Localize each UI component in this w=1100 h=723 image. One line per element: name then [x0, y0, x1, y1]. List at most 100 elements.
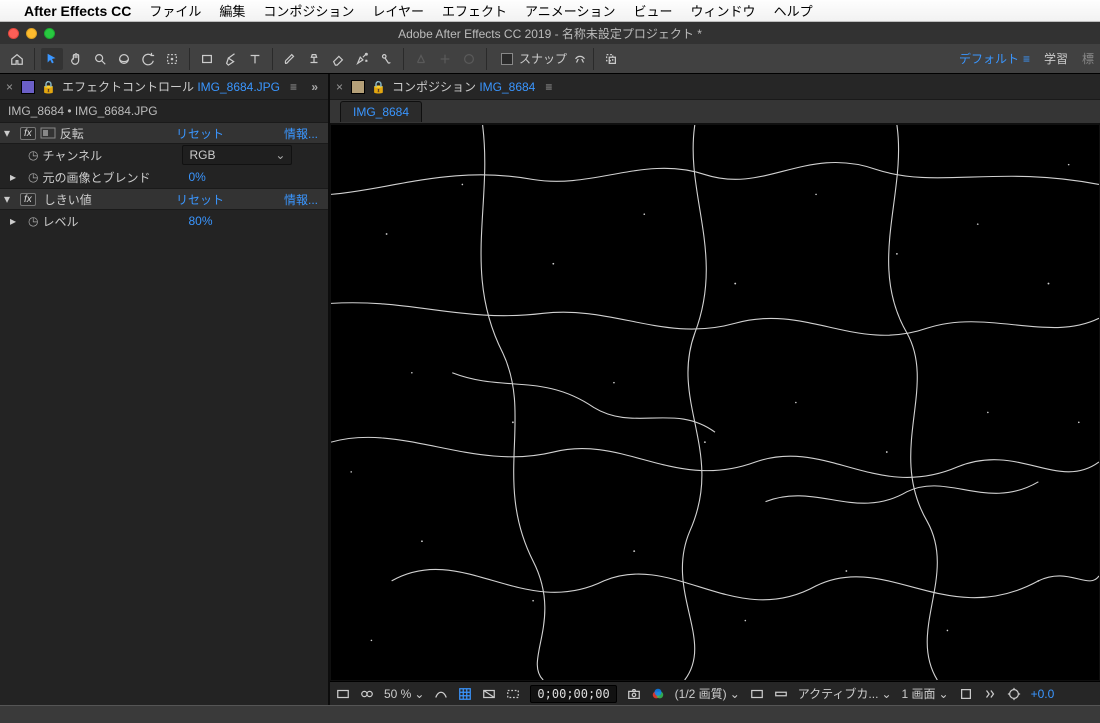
panel-close-icon[interactable]: × — [334, 80, 345, 94]
panel-expand-icon[interactable]: » — [311, 80, 324, 94]
panel-menu-icon[interactable]: ≡ — [545, 80, 552, 94]
snap-checkbox[interactable] — [501, 53, 513, 65]
puppet-pin-tool[interactable] — [375, 48, 397, 70]
twirl-right-icon[interactable]: ▸ — [10, 214, 22, 228]
pixel-aspect-icon[interactable] — [959, 687, 973, 701]
stopwatch-icon[interactable]: ◷ — [28, 214, 38, 228]
twirl-down-icon[interactable]: ▾ — [4, 192, 16, 206]
panel-menu-icon[interactable]: ≡ — [290, 80, 297, 94]
clone-stamp-tool[interactable] — [303, 48, 325, 70]
fx-info-link[interactable]: 情報... — [284, 125, 318, 142]
menu-view[interactable]: ビュー — [634, 1, 673, 20]
fx-badge-icon[interactable]: fx — [20, 193, 36, 206]
stopwatch-icon[interactable]: ◷ — [28, 148, 38, 162]
zoom-tool[interactable] — [89, 48, 111, 70]
panel-close-icon[interactable]: × — [4, 80, 15, 94]
workspace-default[interactable]: デフォルト≡ — [959, 50, 1030, 67]
prop-channel-label: チャンネル — [42, 147, 182, 164]
fast-preview-icon[interactable] — [750, 687, 764, 701]
brush-tool[interactable] — [279, 48, 301, 70]
fx-invert-blend-row: ▸ ◷ 元の画像とブレンド 0% — [0, 166, 328, 188]
zoom-dropdown[interactable]: 50 %⌄ — [384, 687, 424, 701]
comp-color-icon — [351, 80, 365, 94]
lock-icon[interactable]: 🔒 — [371, 80, 386, 94]
camera-dropdown[interactable]: アクティブカ...⌄ — [798, 685, 892, 702]
effect-preset-icon[interactable] — [40, 127, 56, 139]
eraser-tool[interactable] — [327, 48, 349, 70]
app-name[interactable]: After Effects CC — [24, 3, 131, 19]
type-tool[interactable] — [244, 48, 266, 70]
twirl-right-icon[interactable]: ▸ — [10, 170, 22, 184]
pen-tool[interactable] — [220, 48, 242, 70]
prop-level-value[interactable]: 80% — [188, 214, 212, 228]
fx-invert-channel-row: ◷ チャンネル RGB ⌄ — [0, 144, 328, 166]
region-of-interest-icon[interactable] — [506, 687, 520, 701]
fx-info-link[interactable]: 情報... — [284, 191, 318, 208]
snap-toggle[interactable]: スナップ — [501, 50, 587, 67]
channel-dropdown-value: RGB — [189, 148, 215, 162]
fx-threshold-header[interactable]: ▾ fx しきい値 リセット 情報... — [0, 188, 328, 210]
prop-blend-label: 元の画像とブレンド — [42, 169, 182, 186]
menu-help[interactable]: ヘルプ — [774, 1, 813, 20]
effect-panel-tab[interactable]: エフェクトコントロール IMG_8684.JPG — [62, 78, 280, 95]
stopwatch-icon[interactable]: ◷ — [28, 170, 38, 184]
toggle-mask-icon[interactable] — [360, 687, 374, 701]
hand-tool[interactable] — [65, 48, 87, 70]
roto-brush-tool[interactable] — [351, 48, 373, 70]
menu-file[interactable]: ファイル — [149, 1, 201, 20]
rectangle-tool[interactable] — [196, 48, 218, 70]
exposure-reset-icon[interactable] — [1007, 687, 1021, 701]
composition-viewport[interactable] — [330, 124, 1100, 681]
local-axis-icon[interactable] — [410, 48, 432, 70]
workspace-extra[interactable]: 標 — [1082, 50, 1094, 67]
channel-dropdown[interactable]: RGB ⌄ — [182, 145, 292, 165]
comp-panel-tab[interactable]: コンポジション IMG_8684 — [392, 78, 535, 95]
fx-invert-header[interactable]: ▾ fx 反転 リセット 情報... — [0, 122, 328, 144]
fill-stroke-icon[interactable] — [600, 48, 622, 70]
fx-reset-link[interactable]: リセット — [176, 125, 224, 142]
minimize-window-button[interactable] — [26, 28, 37, 39]
menu-animation[interactable]: アニメーション — [525, 1, 615, 20]
toggle-transparency-icon[interactable] — [482, 687, 496, 701]
fx-badge-icon[interactable]: fx — [20, 127, 36, 140]
selection-tool[interactable] — [41, 48, 63, 70]
maximize-window-button[interactable] — [44, 28, 55, 39]
rotation-tool[interactable] — [137, 48, 159, 70]
close-window-button[interactable] — [8, 28, 19, 39]
pan-behind-tool[interactable] — [161, 48, 183, 70]
dropdown-caret-icon: ⌄ — [275, 148, 285, 162]
world-axis-icon[interactable] — [434, 48, 456, 70]
menu-edit[interactable]: 編集 — [219, 1, 245, 20]
window-titlebar: Adobe After Effects CC 2019 - 名称未設定プロジェク… — [0, 22, 1100, 44]
quality-dropdown[interactable]: (1/2 画質)⌄ — [675, 685, 740, 702]
menu-composition[interactable]: コンポジション — [263, 1, 354, 20]
macos-menu-bar: After Effects CC ファイル 編集 コンポジション レイヤー エフ… — [0, 0, 1100, 22]
prop-blend-value[interactable]: 0% — [188, 170, 205, 184]
effect-panel-tabs: × 🔒 エフェクトコントロール IMG_8684.JPG ≡ » — [0, 74, 328, 100]
orbit-tool[interactable] — [113, 48, 135, 70]
menu-window[interactable]: ウィンドウ — [691, 1, 756, 20]
view-layout-dropdown[interactable]: 1 画面⌄ — [902, 685, 949, 702]
show-channel-icon[interactable] — [651, 687, 665, 701]
always-preview-icon[interactable] — [336, 687, 350, 701]
resolution-toggle-icon[interactable] — [434, 687, 448, 701]
viewport-image — [331, 125, 1099, 680]
view-axis-icon[interactable] — [458, 48, 480, 70]
menu-effect[interactable]: エフェクト — [442, 1, 507, 20]
twirl-down-icon[interactable]: ▾ — [4, 126, 16, 140]
grid-toggle-icon[interactable] — [458, 687, 472, 701]
home-button[interactable] — [6, 48, 28, 70]
snap-options-icon[interactable] — [573, 52, 587, 66]
prop-level-label: レベル — [42, 213, 182, 230]
workspace-learn[interactable]: 学習 — [1044, 50, 1068, 67]
app-footer — [0, 705, 1100, 723]
timeline-icon[interactable] — [774, 687, 788, 701]
exposure-value[interactable]: +0.0 — [1031, 687, 1055, 701]
comp-footer-tab[interactable]: IMG_8684 — [340, 101, 422, 122]
lock-icon[interactable]: 🔒 — [41, 80, 56, 94]
fast-preview-menu-icon[interactable] — [983, 687, 997, 701]
fx-reset-link[interactable]: リセット — [176, 191, 224, 208]
menu-layer[interactable]: レイヤー — [372, 1, 424, 20]
snapshot-icon[interactable] — [627, 687, 641, 701]
current-time[interactable]: 0;00;00;00 — [530, 685, 616, 703]
